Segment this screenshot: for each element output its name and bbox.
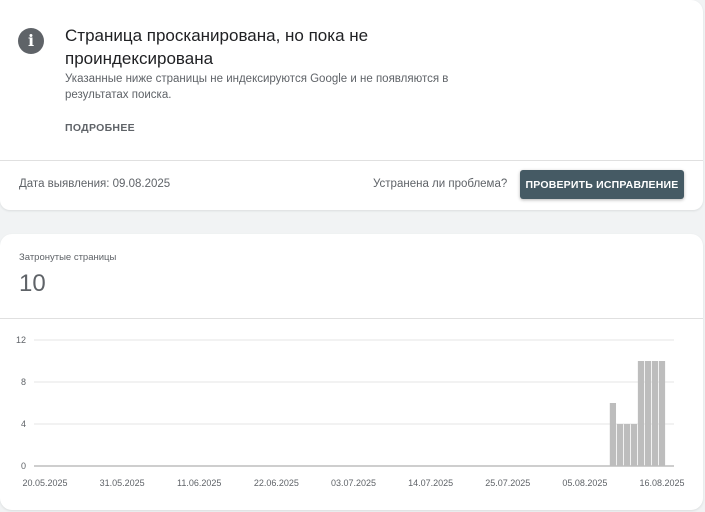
- chart-bar: [616, 424, 624, 466]
- chart-bar: [651, 361, 659, 466]
- x-tick-label: 16.08.2025: [639, 478, 684, 488]
- issue-title: Страница просканирована, но пока не прои…: [65, 26, 369, 68]
- issue-description: Указанные ниже страницы не индексируются…: [65, 73, 449, 101]
- x-tick-label: 20.05.2025: [22, 478, 67, 488]
- chart-bar: [623, 424, 631, 466]
- chart-bar: [644, 361, 652, 466]
- info-icon: i: [18, 28, 44, 54]
- learn-more-link[interactable]: ПОДРОБНЕЕ: [65, 122, 135, 134]
- x-tick-label: 03.07.2025: [331, 478, 376, 488]
- y-tick-label: 0: [21, 461, 26, 471]
- affected-pages-chart: 0 4 8 12 20.05.2025 31.05.2025 11.06.2025 22.06…: [16, 335, 685, 488]
- chart-bar: [630, 424, 638, 466]
- chart-bar: [658, 361, 666, 466]
- detection-date: Дата выявления: 09.08.2025: [19, 178, 171, 190]
- y-tick-label: 8: [21, 377, 26, 387]
- chart-bar: [609, 403, 617, 466]
- validate-fix-button[interactable]: ПРОВЕРИТЬ ИСПРАВЛЕНИЕ: [520, 170, 684, 199]
- x-tick-label: 11.06.2025: [177, 478, 221, 488]
- x-tick-label: 25.07.2025: [485, 478, 530, 488]
- x-tick-label: 31.05.2025: [100, 478, 145, 488]
- x-tick-label: 14.07.2025: [408, 478, 453, 488]
- x-tick-label: 22.06.2025: [254, 478, 299, 488]
- chart-bar: [637, 361, 645, 466]
- affected-pages-card: Затронутые страницы 10 0 4 8 12 20.05.2025 31…: [0, 234, 703, 510]
- divider: [0, 160, 703, 161]
- resolved-question: Устранена ли проблема?: [373, 178, 508, 190]
- issue-card: i Страница просканирована, но пока не пр…: [0, 0, 703, 210]
- x-tick-label: 05.08.2025: [562, 478, 607, 488]
- y-tick-label: 12: [16, 335, 26, 345]
- y-tick-label: 4: [21, 419, 26, 429]
